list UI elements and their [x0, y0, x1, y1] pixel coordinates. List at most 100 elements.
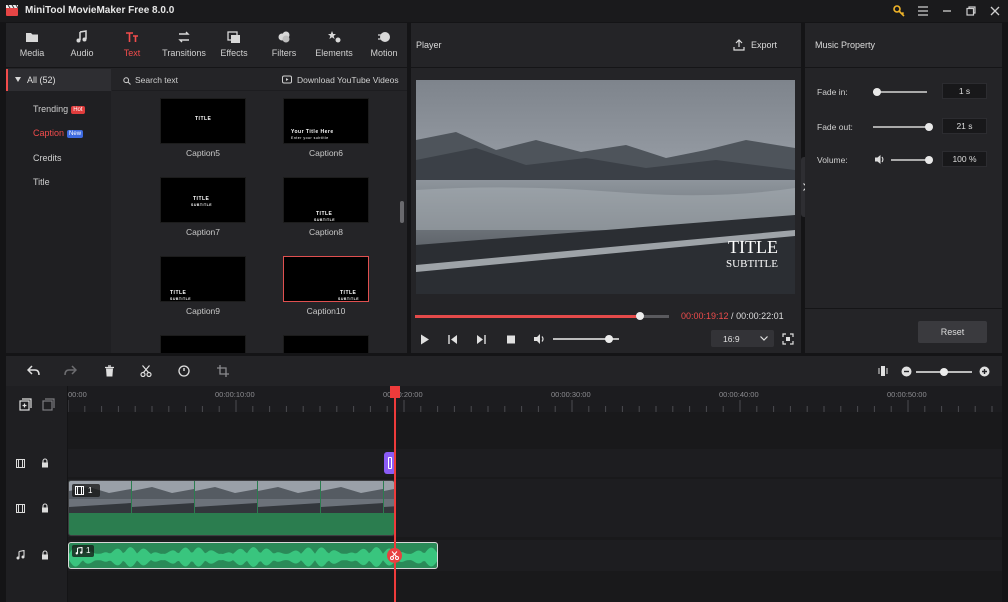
- caption-thumb-6[interactable]: Your Title Here Enter your subtitle: [283, 98, 369, 144]
- folder-icon: [26, 33, 38, 42]
- tab-audio[interactable]: Audio: [60, 23, 104, 68]
- volume-property-slider[interactable]: [891, 156, 933, 164]
- library-panel: Media Audio Text Transitions Effects Fil…: [6, 23, 407, 353]
- tab-motion[interactable]: Motion: [363, 23, 405, 68]
- caption-thumb-9[interactable]: TITLE SUBTITLE: [160, 256, 246, 302]
- fade-out-slider[interactable]: [873, 123, 933, 131]
- search-input[interactable]: Search text: [135, 75, 178, 85]
- audio-clip-number: 1: [86, 546, 91, 555]
- volume-icon[interactable]: [533, 333, 546, 345]
- playhead-handle[interactable]: [390, 386, 400, 398]
- volume-label: Volume:: [817, 155, 848, 165]
- seek-bar[interactable]: [415, 312, 669, 320]
- tab-transitions[interactable]: Transitions: [158, 23, 210, 68]
- fade-in-handle[interactable]: [872, 88, 881, 96]
- play-icon[interactable]: [420, 334, 430, 345]
- next-frame-icon[interactable]: [476, 334, 486, 345]
- category-credits[interactable]: Credits: [33, 153, 62, 163]
- caption-thumb-12[interactable]: [283, 335, 369, 353]
- category-all[interactable]: All (52): [6, 69, 111, 91]
- category-all-label: All (52): [27, 75, 56, 85]
- add-track-icon[interactable]: [19, 398, 32, 411]
- fade-out-handle[interactable]: [925, 123, 933, 131]
- fade-in-value[interactable]: 1 s: [942, 83, 987, 99]
- volume-property-handle[interactable]: [925, 156, 933, 164]
- music-icon: [75, 547, 83, 555]
- category-caption[interactable]: Caption New: [33, 128, 84, 138]
- undo-icon[interactable]: [27, 365, 40, 377]
- crop-icon[interactable]: [217, 365, 229, 377]
- fullscreen-icon[interactable]: [782, 333, 794, 345]
- caption-thumb-10[interactable]: TITLE SUBTITLE: [283, 256, 369, 302]
- ruler-ticks: [68, 400, 993, 412]
- zoom-out-icon[interactable]: [901, 366, 912, 377]
- delete-icon[interactable]: [104, 365, 115, 377]
- zoom-slider-handle[interactable]: [940, 368, 948, 376]
- volume-slider-handle[interactable]: [605, 335, 614, 343]
- caption-track[interactable]: [68, 449, 1002, 477]
- tab-elements[interactable]: Elements: [312, 23, 356, 68]
- speed-icon[interactable]: [178, 365, 190, 377]
- menu-icon[interactable]: [915, 3, 931, 19]
- tab-filters[interactable]: Filters: [262, 23, 306, 68]
- seek-bar-handle[interactable]: [636, 312, 645, 320]
- timeline[interactable]: 00:00 00:00:10:00 00:00:20:00 00:00:30:0…: [68, 386, 1002, 602]
- close-icon[interactable]: [987, 3, 1003, 19]
- export-label: Export: [751, 40, 778, 50]
- category-sidebar: All (52) Trending Hot Caption New Credits …: [6, 69, 111, 353]
- category-title[interactable]: Title: [33, 177, 50, 187]
- video-clip-number: 1: [88, 486, 93, 495]
- playhead[interactable]: [394, 386, 396, 602]
- download-youtube-link[interactable]: Download YouTube Videos: [297, 75, 399, 85]
- minimize-icon[interactable]: [939, 3, 955, 19]
- audio-track-lock-icon[interactable]: [41, 550, 49, 560]
- player-title: Player: [416, 40, 442, 50]
- caption7-thumb-title: TITLE: [193, 196, 210, 202]
- caption-thumb-11[interactable]: [160, 335, 246, 353]
- zoom-slider[interactable]: [916, 368, 972, 376]
- caption-thumb-8[interactable]: TITLE SUBTITLE: [283, 177, 369, 223]
- zoom-in-icon[interactable]: [979, 366, 990, 377]
- snap-icon[interactable]: [878, 365, 888, 377]
- effects-icon: [227, 31, 240, 43]
- aspect-ratio-select[interactable]: 16:9: [711, 330, 774, 347]
- library-scrollbar[interactable]: [400, 201, 404, 223]
- tab-media[interactable]: Media: [10, 23, 54, 68]
- restore-icon[interactable]: [963, 3, 979, 19]
- caption-track-lock-icon[interactable]: [41, 458, 49, 468]
- previous-frame-icon[interactable]: [448, 334, 458, 345]
- tab-effects[interactable]: Effects: [212, 23, 256, 68]
- total-time: 00:00:22:01: [736, 311, 784, 321]
- timeline-ruler[interactable]: 00:00 00:00:10:00 00:00:20:00 00:00:30:0…: [68, 386, 1002, 412]
- track-headers: [6, 386, 67, 602]
- volume-property-value[interactable]: 100 %: [942, 151, 987, 167]
- fade-out-value[interactable]: 21 s: [942, 118, 987, 134]
- split-icon[interactable]: [140, 365, 152, 377]
- caption7-label: Caption7: [185, 227, 221, 237]
- fade-in-slider[interactable]: [872, 88, 927, 96]
- video-track-film-icon: [16, 504, 25, 513]
- caption5-label: Caption5: [185, 148, 221, 158]
- redo-icon[interactable]: [64, 365, 77, 377]
- tab-text[interactable]: Text: [110, 23, 154, 68]
- seek-bar-fill: [415, 315, 641, 318]
- chevron-down-icon: [760, 336, 768, 341]
- video-track-lock-icon[interactable]: [41, 503, 49, 513]
- volume-slider[interactable]: [553, 335, 619, 343]
- music-property-panel: Music Property Fade in: 1 s Fade out: 21…: [805, 23, 1002, 353]
- split-marker[interactable]: [387, 548, 402, 563]
- caption-thumb-7[interactable]: TITLE SUBTITLE: [160, 177, 246, 223]
- stop-icon[interactable]: [506, 334, 516, 345]
- category-trending[interactable]: Trending Hot: [33, 104, 85, 114]
- export-button[interactable]: Export: [733, 37, 781, 53]
- video-preview[interactable]: TITLE SUBTITLE: [416, 80, 795, 294]
- track-manager-icon[interactable]: [42, 398, 55, 411]
- audio-clip[interactable]: 1: [68, 542, 438, 569]
- caption-thumb-5[interactable]: TITLE: [160, 98, 246, 144]
- key-icon[interactable]: [891, 3, 907, 19]
- caption-track-film-icon: [16, 459, 25, 468]
- clip-thumbnail: [321, 481, 383, 513]
- video-clip[interactable]: 1: [68, 480, 395, 536]
- reset-button[interactable]: Reset: [918, 321, 987, 343]
- clip-thumbnail: [258, 481, 320, 513]
